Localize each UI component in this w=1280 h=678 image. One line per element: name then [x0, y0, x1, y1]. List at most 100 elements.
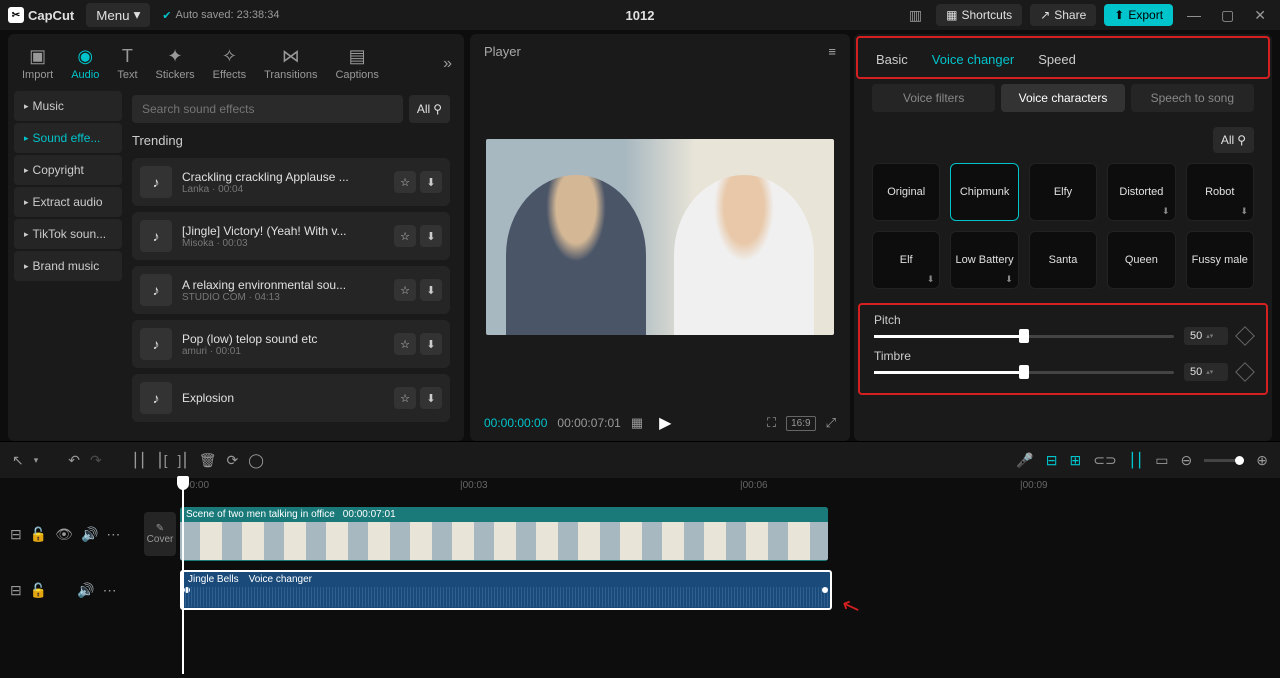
minimize-button[interactable]: — [1181, 3, 1207, 27]
tab-transitions[interactable]: ⋈Transitions [258, 42, 323, 85]
filter-button[interactable]: All ⚲ [409, 95, 450, 123]
audio-track-mute[interactable]: 🔊 [77, 582, 94, 599]
voice-low-battery[interactable]: Low Battery⬇ [950, 231, 1018, 289]
sidebar-item-music[interactable]: ▸Music [14, 91, 122, 121]
split-tool[interactable]: ⎮⎮ [132, 452, 147, 469]
favorite-button[interactable]: ☆ [394, 171, 416, 193]
audio-track-more[interactable]: ⋯ [103, 582, 117, 599]
cover-button[interactable]: ✎ Cover [144, 512, 176, 556]
voice-distorted[interactable]: Distorted⬇ [1107, 163, 1175, 221]
playhead[interactable] [182, 476, 184, 674]
align-tool[interactable]: ⎮⎮ [1129, 452, 1144, 469]
tab-captions[interactable]: ▤Captions [329, 42, 384, 85]
tab-audio[interactable]: ◉Audio [65, 42, 105, 85]
voice-elf[interactable]: Elf⬇ [872, 231, 940, 289]
tab-stickers[interactable]: ✦Stickers [150, 42, 201, 85]
maximize-button[interactable]: ▢ [1215, 3, 1240, 28]
record-tool[interactable]: ⟳ [226, 452, 238, 469]
close-button[interactable]: ✕ [1248, 3, 1272, 28]
sidebar-item-tiktok-soun-[interactable]: ▸TikTok soun... [14, 219, 122, 249]
download-button[interactable]: ⬇ [420, 225, 442, 247]
voice-chipmunk[interactable]: Chipmunk [950, 163, 1018, 221]
timbre-keyframe[interactable] [1235, 362, 1255, 382]
sound-item[interactable]: ♪ A relaxing environmental sou...STUDIO … [132, 266, 450, 314]
sound-item[interactable]: ♪ Explosion ☆⬇ [132, 374, 450, 422]
menu-button[interactable]: Menu ▾ [86, 3, 150, 27]
track-collapse[interactable]: ⊟ [10, 526, 22, 543]
pitch-slider[interactable] [874, 335, 1174, 338]
download-button[interactable]: ⬇ [420, 333, 442, 355]
split-left-tool[interactable]: ⎮[ [156, 452, 167, 469]
voice-original[interactable]: Original [872, 163, 940, 221]
split-right-tool[interactable]: ]⎮ [178, 452, 189, 469]
tab-effects[interactable]: ✧Effects [207, 42, 252, 85]
favorite-button[interactable]: ☆ [394, 387, 416, 409]
audio-clip[interactable]: Jingle Bells Voice changer [180, 570, 832, 610]
voice-robot[interactable]: Robot⬇ [1186, 163, 1254, 221]
focus-icon[interactable]: ⛶ [767, 415, 776, 431]
tab-voice-changer[interactable]: Voice changer [932, 52, 1014, 67]
tab-import[interactable]: ▣Import [16, 42, 59, 85]
subtab-voice-characters[interactable]: Voice characters [1001, 84, 1124, 112]
sidebar-item-sound-effe-[interactable]: ▸Sound effe... [14, 123, 122, 153]
delete-tool[interactable]: 🗑 [199, 452, 217, 469]
subtab-voice-filters[interactable]: Voice filters [872, 84, 995, 112]
favorite-button[interactable]: ☆ [394, 333, 416, 355]
sidebar-item-copyright[interactable]: ▸Copyright [14, 155, 122, 185]
track-visible[interactable]: 👁 [55, 526, 73, 543]
pitch-value[interactable]: 50▴▾ [1184, 327, 1228, 345]
sound-item[interactable]: ♪ Crackling crackling Applause ...Lanka … [132, 158, 450, 206]
voice-elfy[interactable]: Elfy [1029, 163, 1097, 221]
download-button[interactable]: ⬇ [420, 387, 442, 409]
track-lock[interactable]: 🔓 [30, 526, 47, 543]
zoom-in[interactable]: ⊕ [1256, 452, 1268, 469]
sidebar-item-brand-music[interactable]: ▸Brand music [14, 251, 122, 281]
timbre-slider[interactable] [874, 371, 1174, 374]
audio-track-lock[interactable]: 🔓 [30, 582, 47, 599]
subtab-speech-to-song[interactable]: Speech to song [1131, 84, 1254, 112]
voice-fussy-male[interactable]: Fussy male [1186, 231, 1254, 289]
sidebar-item-extract-audio[interactable]: ▸Extract audio [14, 187, 122, 217]
play-button[interactable]: ▶ [659, 413, 671, 433]
player-menu-icon[interactable]: ≡ [828, 44, 836, 59]
tab-text[interactable]: TText [111, 42, 143, 85]
shortcuts-button[interactable]: ▦ Shortcuts [936, 4, 1022, 26]
audio-track-collapse[interactable]: ⊟ [10, 582, 22, 599]
zoom-slider[interactable] [1204, 459, 1244, 462]
layout-icon[interactable]: ▥ [903, 3, 928, 28]
search-input[interactable] [132, 95, 403, 123]
marker-tool[interactable]: ◯ [248, 452, 264, 469]
favorite-button[interactable]: ☆ [394, 279, 416, 301]
undo-button[interactable]: ↶ [68, 452, 80, 469]
redo-button[interactable]: ↷ [90, 452, 102, 469]
link-tool[interactable]: ⊂⊃ [1093, 452, 1116, 469]
pointer-dropdown[interactable]: ▾ [34, 455, 39, 466]
ratio-button[interactable]: 16:9 [786, 416, 815, 431]
tab-basic[interactable]: Basic [876, 52, 908, 67]
sound-item[interactable]: ♪ Pop (low) telop sound etcamuri · 00:01… [132, 320, 450, 368]
zoom-out[interactable]: ⊖ [1181, 452, 1193, 469]
tabs-more[interactable]: » [439, 51, 456, 77]
voices-filter-button[interactable]: All ⚲ [1213, 127, 1254, 153]
favorite-button[interactable]: ☆ [394, 225, 416, 247]
share-button[interactable]: ↗ Share [1030, 4, 1096, 26]
download-button[interactable]: ⬇ [420, 171, 442, 193]
export-button[interactable]: ⬆ Export [1104, 4, 1173, 26]
sound-item[interactable]: ♪ [Jingle] Victory! (Yeah! With v...Miso… [132, 212, 450, 260]
grid-icon[interactable]: ▦ [631, 415, 643, 431]
voice-santa[interactable]: Santa [1029, 231, 1097, 289]
mic-icon[interactable]: 🎤 [1016, 452, 1033, 469]
pointer-tool[interactable]: ↖ [12, 452, 24, 469]
preview-tool[interactable]: ▭ [1155, 452, 1168, 469]
video-clip[interactable]: Scene of two men talking in office 00:00… [180, 507, 828, 561]
fullscreen-icon[interactable]: ⤢ [826, 415, 836, 431]
pitch-keyframe[interactable] [1235, 326, 1255, 346]
preview-video[interactable] [486, 139, 834, 335]
magnet-tool[interactable]: ⊞ [1070, 452, 1082, 469]
tab-speed[interactable]: Speed [1038, 52, 1076, 67]
track-mute[interactable]: 🔊 [81, 526, 98, 543]
track-more[interactable]: ⋯ [106, 526, 120, 543]
voice-queen[interactable]: Queen [1107, 231, 1175, 289]
timbre-value[interactable]: 50▴▾ [1184, 363, 1228, 381]
snap-tool[interactable]: ⊟ [1046, 452, 1058, 469]
